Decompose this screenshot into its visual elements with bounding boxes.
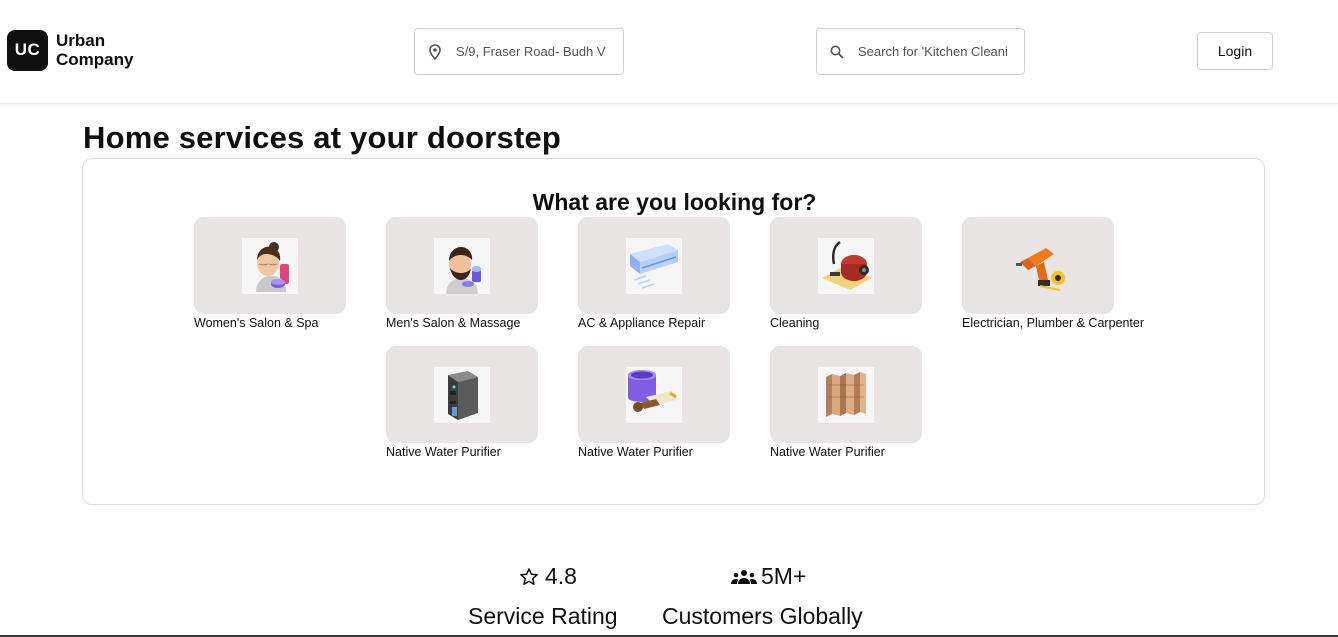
rating-stat: 4.8 <box>519 563 577 590</box>
paint-roller-icon <box>626 367 682 423</box>
vacuum-cleaner-icon <box>818 238 874 294</box>
brand-line-2: Company <box>56 50 134 69</box>
brand-wordmark: Urban Company <box>56 31 133 69</box>
category-label: Native Water Purifier <box>578 445 693 459</box>
brand-logo[interactable]: UC Urban Company <box>7 29 133 71</box>
air-conditioner-icon <box>626 238 682 294</box>
customers-stat: 5M+ <box>731 563 806 590</box>
category-label: Men's Salon & Massage <box>386 316 521 330</box>
category-mens-salon[interactable]: Men's Salon & Massage <box>386 217 586 337</box>
category-label: AC & Appliance Repair <box>578 316 706 330</box>
water-purifier-icon <box>434 367 490 423</box>
category-painting[interactable]: Native Water Purifier <box>578 346 778 466</box>
woman-facial-icon <box>242 238 298 294</box>
category-electrician[interactable]: Electrician, Plumber & Carpenter <box>962 217 1162 337</box>
category-label: Electrician, Plumber & Carpenter <box>962 316 1145 330</box>
category-label: Native Water Purifier <box>386 445 501 459</box>
customers-label: Customers Globally <box>662 603 863 629</box>
people-icon <box>731 568 757 586</box>
location-selector[interactable]: S/9, Fraser Road- Budh V <box>414 28 624 75</box>
rating-value: 4.8 <box>545 563 577 589</box>
brand-line-1: Urban <box>56 31 106 50</box>
location-value: S/9, Fraser Road- Budh V <box>456 44 606 59</box>
panel-title: What are you looking for? <box>532 189 817 215</box>
search-input[interactable]: Search for 'Kitchen Cleani <box>816 28 1025 75</box>
services-panel: What are you looking for? Women's Salon … <box>82 158 1265 505</box>
category-label: Women's Salon & Spa <box>194 316 319 330</box>
category-womens-salon[interactable]: Women's Salon & Spa <box>194 217 394 337</box>
category-ac-repair[interactable]: AC & Appliance Repair <box>578 217 778 337</box>
category-water-purifier[interactable]: Native Water Purifier <box>386 346 586 466</box>
category-label: Native Water Purifier <box>770 445 885 459</box>
wood-panels-icon <box>818 367 874 423</box>
search-icon <box>829 44 845 60</box>
drill-icon <box>1010 238 1066 294</box>
category-cleaning[interactable]: Cleaning <box>770 217 970 337</box>
login-button[interactable]: Login <box>1197 32 1273 70</box>
page-title: Home services at your doorstep <box>83 120 562 155</box>
rating-label: Service Rating <box>468 603 618 629</box>
location-pin-icon <box>427 43 443 60</box>
star-icon <box>519 567 539 587</box>
category-carpentry[interactable]: Native Water Purifier <box>770 346 970 466</box>
customers-value: 5M+ <box>761 563 807 589</box>
man-grooming-icon <box>434 238 490 294</box>
brand-mark: UC <box>7 29 48 71</box>
category-label: Cleaning <box>770 316 820 330</box>
top-header: UC Urban Company S/9, Fraser Road- Budh … <box>0 0 1338 104</box>
search-placeholder: Search for 'Kitchen Cleani <box>858 44 1008 59</box>
